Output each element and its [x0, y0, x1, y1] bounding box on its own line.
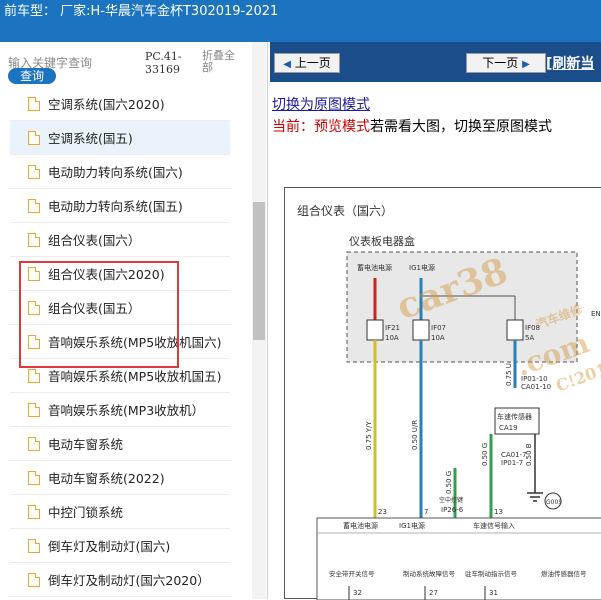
fold-all-button[interactable]: 折叠全部 [202, 50, 242, 74]
current-mode-label: 当前：预览模式 [272, 119, 370, 135]
file-icon [28, 130, 40, 145]
list-item-label: 音响娱乐系统(MP5收放机国五) [48, 369, 222, 384]
list-item[interactable]: 中控门锁系统 [10, 495, 230, 529]
list-item-label: 电动车窗系统(2022) [48, 471, 165, 486]
file-icon [28, 402, 40, 417]
list-item[interactable]: 空调系统(国六2020) [10, 87, 230, 121]
label-battery: 蓄电池电源 [357, 263, 392, 272]
next-page-button[interactable]: 下一页 ▶ [466, 53, 546, 73]
wire-label-4: 0.50 G [481, 443, 489, 466]
top-bar-spacer [0, 24, 601, 42]
refresh-link[interactable]: [刷新当 [546, 53, 594, 73]
cluster-seatbelt: 安全带开关信号 [329, 569, 375, 578]
fuse-if07-label: IF07 [431, 324, 446, 332]
mode-line: 当前：预览模式若需看大图，切换至原图模式 [272, 116, 552, 136]
list-item[interactable]: 倒车灯及制动灯(国六) [10, 529, 230, 563]
list-item-label: 倒车灯及制动灯(国六2020） [48, 573, 210, 588]
mode-hint: 若需看大图，切换至原图模式 [370, 119, 552, 135]
list-item[interactable]: 空调系统(国五) [10, 121, 230, 155]
file-icon [28, 164, 40, 179]
list-item[interactable]: 电动车窗系统(2022) [10, 461, 230, 495]
list-item-label: 空调系统(国五) [48, 131, 133, 146]
cluster-box [316, 517, 601, 600]
list-item-label: 倒车灯及制动灯(国六) [48, 539, 171, 554]
search-row: 输入关键字查询 查询 PC.41-33169 折叠全部 [0, 42, 268, 92]
wire-label-5: 0.50 G [445, 471, 453, 494]
list-item-label: 电动助力转向系统(国五) [48, 199, 183, 214]
file-icon [28, 368, 40, 383]
fuse-if08-amp: 5A [525, 334, 534, 342]
list-item-label: 音响娱乐系统(MP3收放机） [48, 403, 205, 418]
cluster-brake-fault: 制动系统故障信号 [403, 569, 456, 578]
prev-page-button[interactable]: ◀ 上一页 [274, 53, 340, 73]
file-icon [28, 436, 40, 451]
fuse-if21-amp: 10A [385, 334, 399, 342]
ground-g005-label: G005 [546, 499, 562, 506]
prev-page-label: 上一页 [294, 56, 331, 70]
list-item[interactable]: 组合仪表(国六） [10, 223, 230, 257]
speed-sensor-id: CA19 [499, 424, 518, 432]
fuse-if08 [506, 319, 524, 341]
connector-ip26-6: IP26-6 [441, 506, 464, 514]
file-icon [28, 232, 40, 247]
diagram-title: 组合仪表（国六） [297, 203, 393, 218]
list-item[interactable]: 电动助力转向系统(国六) [10, 155, 230, 189]
connector-ca01-10: CA01-10 [521, 383, 551, 391]
wire-label-1: 0.75 Y/Y [365, 421, 373, 450]
cluster-parking: 驻车制动指示信号 [465, 569, 518, 578]
pin-31: 31 [489, 589, 498, 597]
cluster-speed: 车速信号输入 [473, 521, 515, 530]
list-item-label: 中控门锁系统 [48, 505, 124, 520]
left-panel: 输入关键字查询 查询 PC.41-33169 折叠全部 空调系统(国六2020)… [0, 42, 268, 599]
fuse-if21-label: IF21 [385, 324, 400, 332]
list-item[interactable]: 电动车窗系统 [10, 427, 230, 461]
ctrl-label: 空中控键 [439, 496, 463, 504]
file-icon [28, 572, 40, 587]
wire-label-3: 0.75 U [505, 363, 513, 386]
pin-7: 7 [424, 508, 428, 516]
search-button[interactable]: 查询 [8, 68, 56, 84]
pin-13: 13 [494, 508, 503, 516]
file-icon [28, 470, 40, 485]
list-item[interactable]: 音响娱乐系统(MP3收放机） [10, 393, 230, 427]
highlight-box [19, 261, 179, 368]
list-item-label: 电动车窗系统 [48, 437, 124, 452]
wire-label-6: 0.50 B [525, 443, 533, 466]
file-icon [28, 198, 40, 213]
right-panel: ◀ 上一页 下一页 ▶ [刷新当 切换为原图模式 当前：预览模式若需看大图，切换… [270, 42, 601, 600]
list-item-label: 组合仪表(国六） [48, 233, 141, 248]
cluster-battery: 蓄电池电源 [343, 521, 378, 530]
file-icon [28, 96, 40, 111]
top-bar: 前车型： 厂家:H-华晨汽车金杯T302019-2021 [0, 0, 601, 24]
file-icon [28, 538, 40, 553]
file-icon [28, 504, 40, 519]
pin-32: 32 [353, 589, 362, 597]
label-en: EN [591, 310, 601, 318]
vehicle-title: 前车型： 厂家:H-华晨汽车金杯T302019-2021 [4, 4, 279, 19]
scrollbar-thumb[interactable] [253, 202, 265, 340]
list-item[interactable]: 倒车灯及制动灯(国六2020） [10, 563, 230, 597]
wire-label-2: 0.50 U/R [411, 420, 419, 450]
label-ig1: IG1电源 [409, 263, 435, 272]
speed-sensor-label: 车速传感器 [497, 412, 532, 421]
pin-23: 23 [378, 508, 387, 516]
fuse-if21 [366, 319, 384, 341]
connector-ca01-7: CA01-7 [501, 451, 527, 459]
next-page-label: 下一页 [482, 56, 519, 70]
list-item-label: 电动助力转向系统(国六) [48, 165, 183, 180]
connector-ip01-7: IP01-7 [501, 459, 523, 467]
fuse-box-title: 仪表板电器盒 [349, 234, 415, 248]
right-arrow-icon: ▶ [522, 59, 530, 70]
page-nav-bar: ◀ 上一页 下一页 ▶ [刷新当 [270, 42, 601, 82]
code-text: PC.41-33169 [145, 50, 182, 76]
left-arrow-icon: ◀ [283, 59, 291, 70]
cluster-fuel: 燃油传感器信号 [541, 569, 587, 578]
cluster-ig1: IG1电源 [399, 521, 425, 530]
wiring-diagram[interactable]: 组合仪表（国六） 仪表板电器盒 蓄电池电源 IG1电源 IF21 10A IF0… [284, 187, 601, 600]
fuse-if07-amp: 10A [431, 334, 445, 342]
list-item[interactable]: 电动助力转向系统(国五) [10, 189, 230, 223]
pin-27: 27 [429, 589, 438, 597]
list-item-label: 空调系统(国六2020) [48, 97, 165, 112]
switch-original-mode-link[interactable]: 切换为原图模式 [272, 94, 370, 114]
